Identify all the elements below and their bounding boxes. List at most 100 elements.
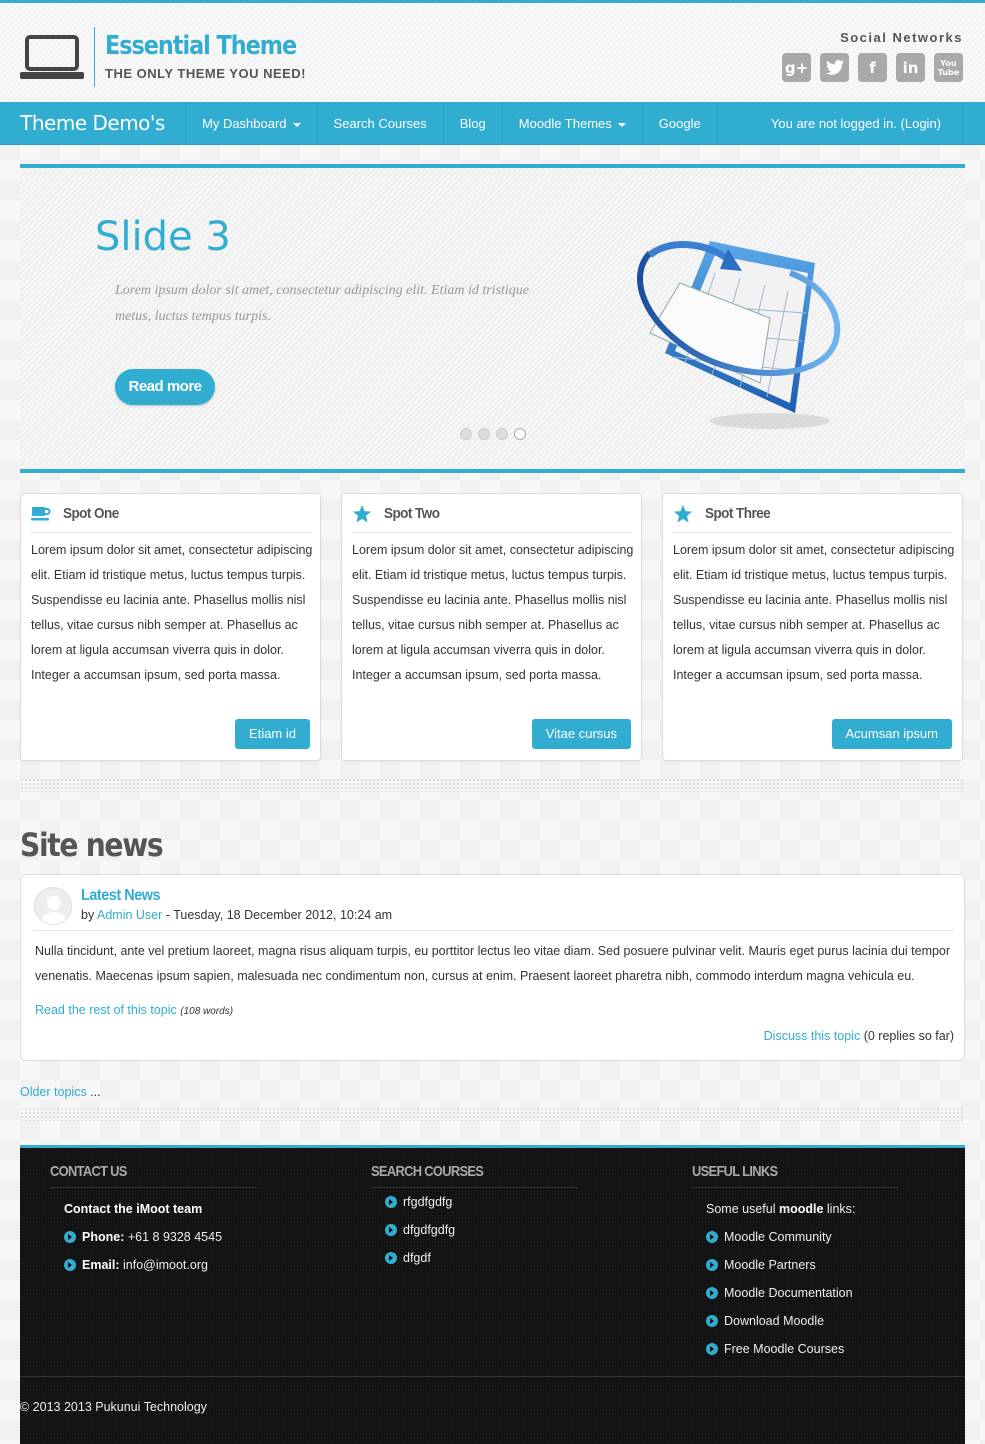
footer-heading: CONTACT US [50, 1163, 257, 1188]
spot-text: Lorem ipsum dolor sit amet, consectetur … [673, 543, 955, 682]
arrow-circle-icon [706, 1286, 718, 1299]
search-item-label: dfgdfgdfg [403, 1223, 456, 1237]
spot-title: Spot Three [705, 505, 771, 522]
arrow-circle-icon [706, 1342, 718, 1355]
star-icon [353, 505, 371, 523]
useful-link[interactable]: Free Moodle Courses [692, 1335, 932, 1363]
useful-link-label: Moodle Community [724, 1230, 832, 1244]
post-body: Nulla tincidunt, ante vel pretium laoree… [35, 944, 951, 983]
contact-list: Contact the iMoot team Phone: +61 8 9328… [50, 1195, 290, 1279]
search-courses-column: SEARCH COURSES rfgdfgdfg dfgdfgdfg dfgdf [371, 1163, 611, 1272]
user-silhouette-icon [41, 896, 67, 924]
useful-link[interactable]: Moodle Documentation [692, 1279, 932, 1307]
read-rest-link[interactable]: Read the rest of this topic [35, 1003, 177, 1017]
acumsan-ipsum-button[interactable]: Acumsan ipsum [831, 719, 952, 749]
etiam-id-button[interactable]: Etiam id [235, 719, 310, 749]
avatar[interactable] [34, 887, 72, 925]
post-date: - Tuesday, 18 December 2012, 10:24 am [165, 908, 393, 922]
useful-link-label: Download Moodle [724, 1314, 825, 1328]
post-title[interactable]: Latest News [81, 887, 161, 905]
intro-pre: Some useful [706, 1202, 779, 1216]
slider-dot-active[interactable] [514, 428, 526, 440]
nav-item-blog[interactable]: Blog [444, 102, 503, 145]
facebook-icon[interactable]: f [858, 53, 887, 82]
spot-title: Spot Two [384, 505, 440, 522]
linkedin-icon[interactable]: in [896, 53, 925, 82]
nav-item-my-dashboard[interactable]: My Dashboard [186, 102, 318, 145]
spot-divider [31, 532, 310, 533]
useful-link[interactable]: Download Moodle [692, 1307, 932, 1335]
read-more-button[interactable]: Read more [115, 369, 215, 405]
page-footer: CONTACT US Contact the iMoot team Phone:… [20, 1145, 965, 1444]
page-header: Essential Theme THE ONLY THEME YOU NEED!… [0, 3, 985, 102]
read-rest-row: Read the rest of this topic (108 words) [35, 1003, 233, 1017]
slider-dot[interactable] [478, 428, 490, 440]
news-post: Latest News by Admin User - Tuesday, 18 … [20, 874, 965, 1061]
search-item-label: rfgdfgdfg [403, 1195, 453, 1209]
author-link[interactable]: Admin User [97, 908, 162, 922]
arrow-circle-icon [385, 1223, 397, 1236]
slide-caption: Lorem ipsum dolor sit amet, consectetur … [115, 283, 530, 324]
older-topics-ellipsis: ... [86, 1085, 101, 1099]
older-topics-link[interactable]: Older topics [20, 1085, 87, 1099]
phone-value: +61 8 9328 4545 [127, 1230, 223, 1244]
login-link[interactable]: You are not logged in. (Login) [771, 102, 941, 145]
nav-item-label: Google [658, 116, 701, 131]
social-networks-title: Social Networks [840, 30, 963, 45]
nav-menu: My Dashboard Search Courses Blog Moodle … [186, 102, 718, 145]
nav-item-search-courses[interactable]: Search Courses [318, 102, 444, 145]
search-list: rfgdfgdfg dfgdfgdfg dfgdf [371, 1188, 611, 1272]
nav-item-label: Blog [459, 116, 486, 131]
spot-one-panel: Spot One Lorem ipsum dolor sit amet, con… [20, 493, 321, 761]
slider-dot[interactable] [460, 428, 472, 440]
useful-link-label: Free Moodle Courses [724, 1342, 845, 1356]
vitae-cursus-button[interactable]: Vitae cursus [531, 719, 631, 749]
search-item[interactable]: rfgdfgdfg [371, 1188, 611, 1216]
nav-item-google[interactable]: Google [643, 102, 718, 145]
useful-link[interactable]: Moodle Partners [692, 1251, 932, 1279]
word-count: (108 words) [180, 1006, 234, 1017]
twitter-icon[interactable] [820, 53, 849, 82]
calendar-icon [637, 241, 841, 429]
post-byline: by Admin User - Tuesday, 18 December 201… [81, 908, 392, 922]
slider-dot[interactable] [496, 428, 508, 440]
google-plus-icon[interactable]: g+ [782, 53, 811, 82]
coffee-cup-icon [31, 507, 51, 521]
spot-divider [352, 532, 631, 533]
navbar-brand[interactable]: Theme Demo's [0, 102, 186, 145]
contact-us-column: CONTACT US Contact the iMoot team Phone:… [50, 1163, 290, 1279]
main-navbar: Theme Demo's My Dashboard Search Courses… [0, 102, 985, 145]
star-icon [674, 505, 692, 523]
contact-team-label: Contact the iMoot team [64, 1202, 203, 1216]
nav-item-label: Search Courses [333, 116, 427, 131]
arrow-circle-icon [385, 1195, 397, 1208]
slide-title: Slide 3 [95, 214, 231, 260]
useful-link[interactable]: Moodle Community [692, 1223, 932, 1251]
useful-link-label: Moodle Partners [724, 1258, 816, 1272]
email-label: Email: [82, 1258, 120, 1272]
nav-item-label: My Dashboard [202, 116, 287, 131]
arrow-circle-icon [706, 1314, 718, 1327]
contact-team: Contact the iMoot team [50, 1195, 290, 1223]
footer-heading: SEARCH COURSES [371, 1163, 578, 1188]
caret-down-icon [292, 122, 301, 127]
search-item[interactable]: dfgdf [371, 1244, 611, 1272]
arrow-circle-icon [706, 1258, 718, 1271]
site-title[interactable]: Essential Theme [105, 31, 297, 61]
spot-three-panel: Spot Three Lorem ipsum dolor sit amet, c… [662, 493, 963, 761]
section-separator [20, 778, 965, 792]
arrow-circle-icon [706, 1230, 718, 1243]
nav-divider [962, 102, 963, 145]
copyright: © 2013 2013 Pukunui Technology [20, 1400, 207, 1414]
discuss-topic-link[interactable]: Discuss this topic [764, 1029, 861, 1043]
useful-link-label: Moodle Documentation [724, 1286, 853, 1300]
email-value[interactable]: info@imoot.org [123, 1258, 208, 1272]
search-item[interactable]: dfgdfgdfg [371, 1216, 611, 1244]
footer-heading: USEFUL LINKS [692, 1163, 899, 1188]
contact-phone: Phone: +61 8 9328 4545 [50, 1223, 290, 1251]
byline-by: by [81, 908, 95, 922]
nav-item-label: Moodle Themes [518, 116, 612, 131]
youtube-icon[interactable]: You Tube [934, 53, 963, 82]
nav-item-moodle-themes[interactable]: Moodle Themes [503, 102, 643, 145]
spot-title: Spot One [63, 505, 119, 522]
